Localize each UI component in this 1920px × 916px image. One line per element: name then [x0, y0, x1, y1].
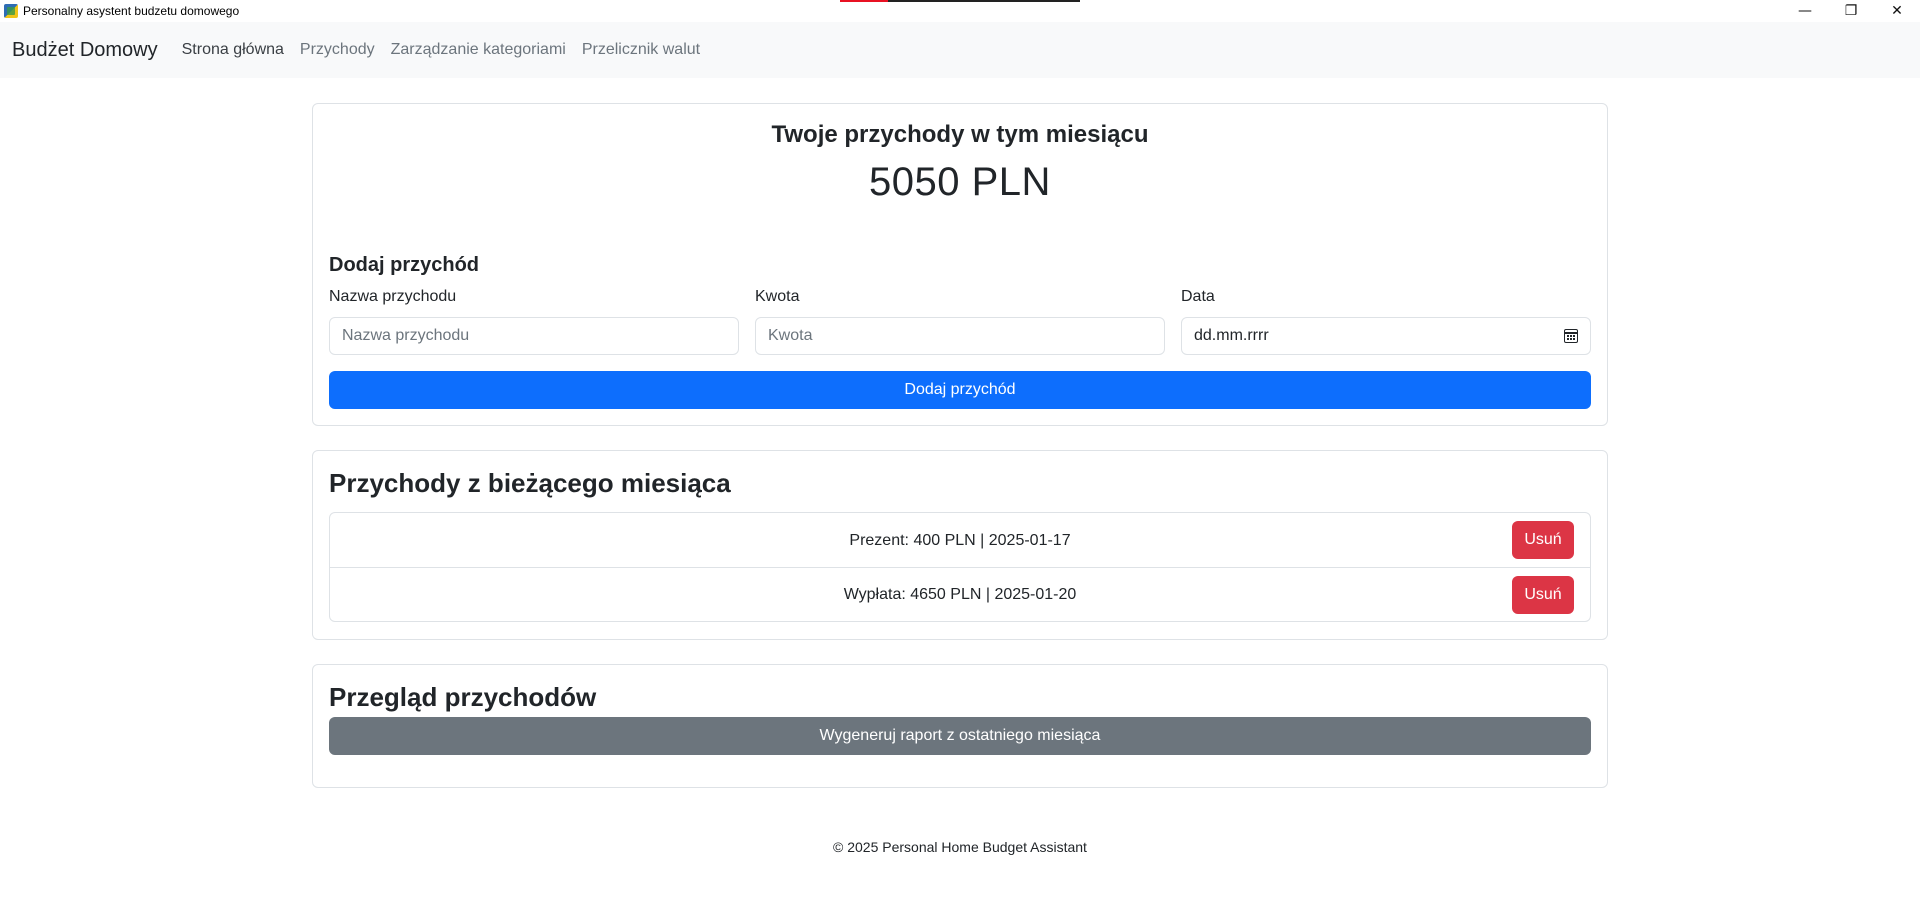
delete-button[interactable]: Usuń [1512, 576, 1574, 614]
add-income-button[interactable]: Dodaj przychód [329, 371, 1591, 409]
list-item: Wypłata: 4650 PLN | 2025-01-20 Usuń [330, 567, 1590, 622]
navbar-brand[interactable]: Budżet Domowy [12, 39, 158, 62]
income-list: Prezent: 400 PLN | 2025-01-17 Usuń Wypła… [329, 512, 1591, 622]
titlebar-accent [840, 0, 1080, 2]
list-item-text: Prezent: 400 PLN | 2025-01-17 [849, 531, 1071, 549]
footer: © 2025 Personal Home Budget Assistant [833, 839, 1087, 855]
app-icon [4, 4, 18, 18]
nav-link-income[interactable]: Przychody [300, 41, 375, 59]
income-name-label: Nazwa przychodu [329, 288, 457, 305]
nav-link-home[interactable]: Strona główna [182, 41, 284, 59]
calendar-icon[interactable] [1564, 329, 1578, 343]
nav-link-categories[interactable]: Zarządzanie kategoriami [391, 41, 566, 59]
income-list-title: Przychody z bieżącego miesiąca [329, 468, 731, 498]
nav-link-currency-converter[interactable]: Przelicznik walut [582, 41, 700, 59]
window-title: Personalny asystent budzetu domowego [23, 4, 240, 18]
generate-report-button[interactable]: Wygeneruj raport z ostatniego miesiąca [329, 717, 1591, 755]
date-placeholder: dd.mm.rrrr [1194, 327, 1269, 344]
amount-input[interactable] [755, 317, 1165, 355]
date-input[interactable]: dd.mm.rrrr [1181, 317, 1591, 355]
delete-button[interactable]: Usuń [1512, 521, 1574, 559]
window-titlebar: Personalny asystent budzetu domowego — ❐… [0, 0, 1920, 22]
list-item-text: Wypłata: 4650 PLN | 2025-01-20 [843, 586, 1077, 603]
add-income-title: Dodaj przychód [329, 254, 480, 276]
income-list-card: Przychody z bieżącego miesiąca Prezent: … [312, 450, 1608, 640]
summary-amount: 5050 PLN [869, 160, 1051, 204]
date-label: Data [1181, 288, 1215, 305]
minimize-button[interactable]: — [1782, 0, 1828, 22]
window-controls: — ❐ ✕ [1782, 0, 1920, 22]
income-card: Twoje przychody w tym miesiącu 5050 PLN … [312, 103, 1608, 426]
amount-label: Kwota [755, 288, 800, 305]
navbar: Budżet Domowy Strona główna Przychody Za… [0, 22, 1920, 78]
income-review-card: Przegląd przychodów Wygeneruj raport z o… [312, 664, 1608, 788]
income-name-input[interactable] [329, 317, 739, 355]
list-item: Prezent: 400 PLN | 2025-01-17 Usuń [330, 513, 1590, 568]
close-button[interactable]: ✕ [1874, 0, 1920, 22]
restore-button[interactable]: ❐ [1828, 0, 1874, 22]
summary-title: Twoje przychody w tym miesiącu [771, 121, 1149, 148]
income-review-title: Przegląd przychodów [329, 682, 597, 712]
